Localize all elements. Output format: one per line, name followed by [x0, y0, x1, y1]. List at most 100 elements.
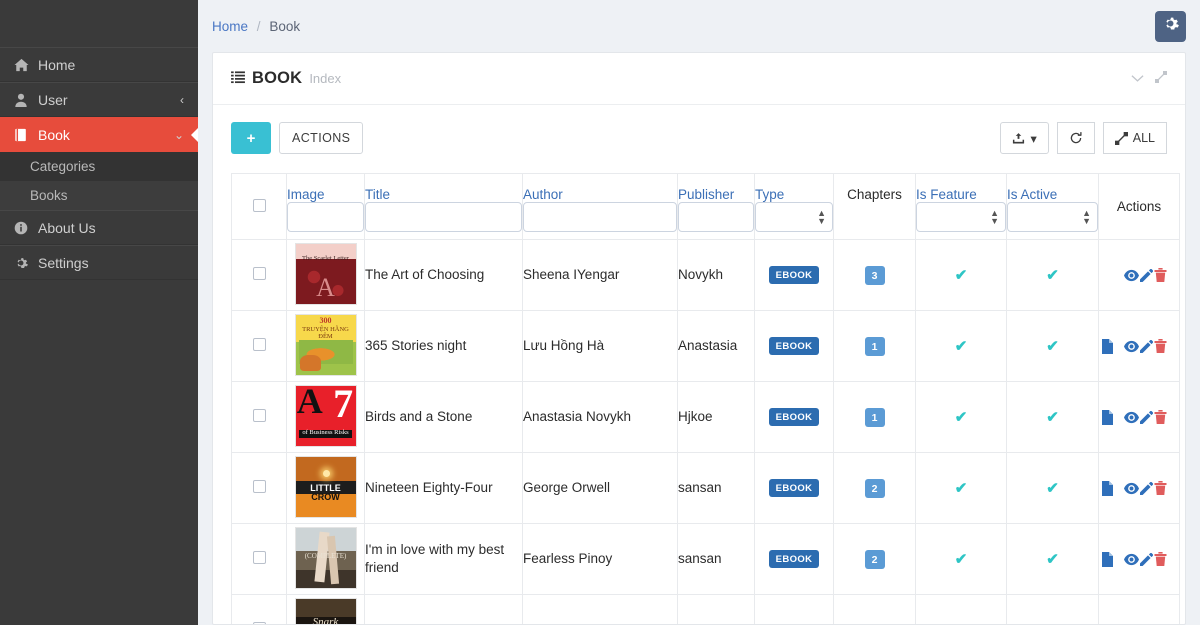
pencil-icon[interactable] [1140, 411, 1153, 424]
eye-icon[interactable] [1124, 411, 1139, 424]
book-icon [14, 128, 34, 142]
file-icon[interactable] [1101, 339, 1114, 354]
column-header-publisher[interactable]: Publisher [678, 174, 755, 202]
sidebar-item-books[interactable]: Books [0, 181, 198, 210]
panel-title-text: BOOK [252, 69, 302, 88]
row-checkbox[interactable] [253, 338, 266, 351]
chapters-badge[interactable]: 1 [865, 337, 885, 356]
column-header-type[interactable]: Type [755, 174, 834, 202]
filter-select-is-feature[interactable] [916, 202, 1006, 232]
row-is-active: ✔ [1007, 453, 1099, 524]
row-actions-cell [1099, 595, 1180, 625]
row-publisher: Hjkoe [678, 382, 755, 453]
file-icon[interactable] [1101, 410, 1114, 425]
column-header-is-feature[interactable]: Is Feature [916, 174, 1007, 202]
column-header-image[interactable]: Image [287, 174, 365, 202]
row-author: Fearless Pinoy [523, 524, 678, 595]
panel-subtitle-text: Index [309, 71, 341, 86]
filter-select-is-active[interactable] [1007, 202, 1098, 232]
sidebar-item-about-us[interactable]: About Us [0, 210, 198, 245]
eye-icon[interactable] [1124, 269, 1139, 282]
settings-button[interactable] [1155, 11, 1186, 42]
file-icon[interactable] [1101, 481, 1114, 496]
table-body: AThe Scarlet LetterThe Art of ChoosingSh… [232, 240, 1180, 625]
add-button[interactable]: + [231, 122, 271, 154]
filter-input-publisher[interactable] [678, 202, 754, 232]
expand-arrows-icon[interactable] [1155, 71, 1167, 86]
table-row[interactable]: AThe Scarlet LetterThe Art of ChoosingSh… [232, 240, 1180, 311]
sidebar-item-home[interactable]: Home [0, 47, 198, 82]
pencil-icon[interactable] [1140, 269, 1153, 282]
sidebar-item-categories[interactable]: Categories [0, 152, 198, 181]
pencil-icon[interactable] [1140, 482, 1153, 495]
sidebar-item-user[interactable]: User ‹ [0, 82, 198, 117]
chevron-down-icon[interactable] [1131, 71, 1144, 86]
actions-button[interactable]: ACTIONS [279, 122, 363, 154]
chapters-badge[interactable]: 1 [865, 408, 885, 427]
file-icon[interactable] [1101, 552, 1114, 567]
filter-input-title[interactable] [365, 202, 522, 232]
row-actions [1099, 481, 1179, 496]
trash-icon[interactable] [1154, 552, 1167, 566]
pencil-icon[interactable] [1140, 553, 1153, 566]
page-title: BOOK Index [231, 69, 341, 88]
trash-icon[interactable] [1154, 410, 1167, 424]
column-header-is-active[interactable]: Is Active [1007, 174, 1099, 202]
table-row[interactable]: LITTLECROWNineteen Eighty-FourGeorge Orw… [232, 453, 1180, 524]
filter-cell-chapters [834, 202, 916, 240]
trash-icon[interactable] [1154, 481, 1167, 495]
table-row[interactable]: A7of Business RisksBirds and a StoneAnas… [232, 382, 1180, 453]
table-row[interactable]: (COMPLETE)I'm in love with my best frien… [232, 524, 1180, 595]
chapters-badge[interactable]: 2 [865, 550, 885, 569]
row-type: EBOOK [755, 453, 834, 524]
column-header-title[interactable]: Title [365, 174, 523, 202]
row-checkbox[interactable] [253, 409, 266, 422]
export-caret-icon: ▾ [1030, 131, 1036, 146]
row-chapters: 3 [834, 240, 916, 311]
filter-input-image[interactable] [287, 202, 364, 232]
row-title: The Art of Choosing [365, 240, 523, 311]
eye-icon[interactable] [1124, 553, 1139, 566]
eye-icon[interactable] [1124, 482, 1139, 495]
breadcrumb-home[interactable]: Home [212, 19, 248, 34]
row-select-cell [232, 595, 287, 625]
all-button[interactable]: ALL [1103, 122, 1167, 154]
row-publisher: sansan [678, 453, 755, 524]
row-type: EBOOK [755, 524, 834, 595]
check-mark-icon: ✔ [955, 480, 968, 497]
row-chapters: 1 [834, 382, 916, 453]
pencil-icon[interactable] [1140, 340, 1153, 353]
table-header: Image Title Author Publisher Type Chapte… [232, 174, 1180, 240]
select-all-checkbox[interactable] [253, 199, 266, 212]
refresh-button[interactable] [1057, 122, 1095, 154]
toolbar-right-group: ▾ ALL [1000, 122, 1167, 154]
row-actions [1099, 268, 1179, 282]
column-header-author[interactable]: Author [523, 174, 678, 202]
sidebar-item-book[interactable]: Book ⌄ [0, 117, 198, 152]
chapters-badge[interactable]: 2 [865, 479, 885, 498]
row-checkbox[interactable] [253, 551, 266, 564]
sidebar-item-settings[interactable]: Settings [0, 245, 198, 280]
row-chapters: 2 [834, 453, 916, 524]
row-select-cell [232, 311, 287, 382]
chapters-badge[interactable]: 3 [865, 266, 885, 285]
row-actions-cell [1099, 311, 1180, 382]
eye-icon[interactable] [1124, 340, 1139, 353]
row-is-feature: ✔ [916, 524, 1007, 595]
sidebar-item-settings-label: Settings [38, 255, 89, 271]
row-cover-cell: AThe Scarlet Letter [287, 240, 365, 311]
table-row[interactable]: 300TRUYỆN HẰNG ĐÊM365 Stories nightLưu H… [232, 311, 1180, 382]
trash-icon[interactable] [1154, 339, 1167, 353]
column-header-actions: Actions [1099, 174, 1180, 240]
table-row[interactable]: Snark [232, 595, 1180, 625]
row-checkbox[interactable] [253, 267, 266, 280]
export-button[interactable]: ▾ [1000, 122, 1048, 154]
filter-input-author[interactable] [523, 202, 677, 232]
trash-icon[interactable] [1154, 268, 1167, 282]
check-mark-icon: ✔ [1046, 551, 1059, 568]
type-badge: EBOOK [769, 337, 820, 355]
row-checkbox[interactable] [253, 480, 266, 493]
filter-select-type[interactable] [755, 202, 833, 232]
info-icon [14, 221, 34, 235]
sidebar-item-categories-label: Categories [30, 159, 95, 174]
